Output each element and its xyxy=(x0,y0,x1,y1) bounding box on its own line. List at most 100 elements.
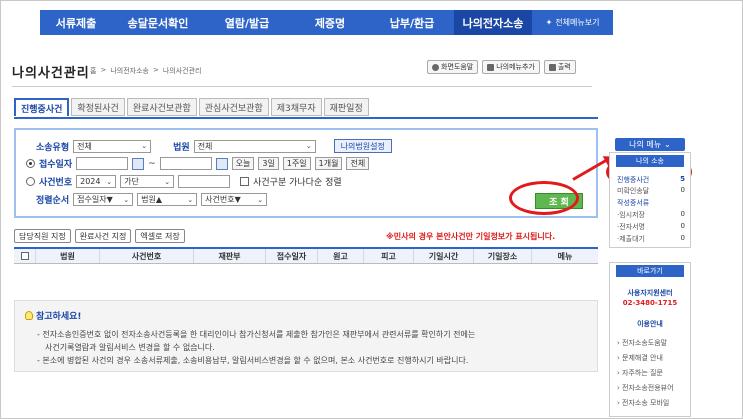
nav-item-submit-docs[interactable]: 서류제출 xyxy=(40,10,112,35)
calendar-icon[interactable] xyxy=(132,157,145,170)
sidebar-item-label: 미확인송달 xyxy=(617,187,650,195)
nav-item-view-issue[interactable]: 열람/발급 xyxy=(204,10,290,35)
date-radio[interactable] xyxy=(26,159,35,168)
add-my-menu-button[interactable]: 나의메뉴추가 xyxy=(482,60,540,74)
notice-line-1b: 사건기록열람과 알림서비스 변경을 할 수 없습니다. xyxy=(45,343,215,352)
support-center-name: 사용자지원센터 xyxy=(627,289,673,297)
sidebar-item-temp-saved[interactable]: ·임시저장 0 xyxy=(617,210,685,220)
shortcut-head: 바로가기 xyxy=(616,265,684,277)
col-court[interactable]: 법원 xyxy=(36,249,100,263)
one-month-button[interactable]: 1개월 xyxy=(314,157,343,170)
one-week-button[interactable]: 1주일 xyxy=(282,157,311,170)
breadcrumb-current: 나의사건관리 xyxy=(162,67,202,75)
col-menu: 메뉴 xyxy=(557,251,573,261)
my-menu-button[interactable]: 나의 메뉴 ⌄ xyxy=(615,138,685,151)
tab-trial-schedule[interactable]: 재판일정 xyxy=(323,98,369,116)
date-from-input[interactable] xyxy=(76,157,129,170)
full-menu-button[interactable]: ✦ 전체메뉴보기 xyxy=(532,10,613,35)
link-troubleshoot[interactable]: › 문제해결 안내 xyxy=(617,353,689,363)
sort-order-select-1[interactable]: 접수일자▼ ⌄ xyxy=(73,193,134,206)
link-viewer[interactable]: › 전자소송전용뷰어 xyxy=(617,383,689,393)
breadcrumb-home[interactable]: 홈 xyxy=(90,66,96,76)
row-date: 접수일자 ~ 오늘 3일 1주일 1개월 전체 xyxy=(26,157,370,170)
case-number-label: 사건번호 xyxy=(39,178,73,188)
sort-check[interactable] xyxy=(240,177,250,186)
year-select[interactable]: 2024 ⌄ xyxy=(76,175,117,188)
page-title: 나의사건관리 xyxy=(12,66,90,81)
today-button[interactable]: 오늘 xyxy=(231,157,255,170)
select-all-checkbox[interactable] xyxy=(20,252,29,260)
col-hearing-time[interactable]: 기일시간 xyxy=(414,249,474,263)
mark-complete-button[interactable]: 완료사건 지정 xyxy=(74,229,132,243)
col-hearing-place[interactable]: 기일장소 xyxy=(474,249,532,263)
sort-order-select-3[interactable]: 사건번호▼ ⌄ xyxy=(201,193,268,206)
case-type-select[interactable]: 전체 ⌄ xyxy=(73,139,152,153)
three-days-button[interactable]: 3일 xyxy=(258,157,279,170)
case-number-input[interactable] xyxy=(178,175,231,188)
case-table-header: 법원 사건번호 재판부 접수일자 원고 피고 기일시간 기일장소 메뉴 xyxy=(14,247,598,264)
case-tabs: 진행중사건 확정된사건 완료사건보관함 관심사건보관함 제3채무자 재판일정 xyxy=(14,98,369,116)
all-period-button[interactable]: 전체 xyxy=(346,157,370,170)
breadcrumb-my-ecourt[interactable]: 나의전자소송 xyxy=(110,66,149,76)
nav-item-my-ecourt[interactable]: 나의전자소송 xyxy=(454,10,532,35)
nav-item-delivery-check[interactable]: 송달문서확인 xyxy=(112,10,204,35)
sort-order-value-2: 법원▲ xyxy=(141,195,162,204)
print-label: 출력 xyxy=(557,63,571,71)
chevron-down-icon: ⌄ xyxy=(257,195,264,204)
col-defendant[interactable]: 피고 xyxy=(364,249,414,263)
sidebar-item-count: 0 xyxy=(680,222,685,230)
court-select[interactable]: 전체 ⌄ xyxy=(193,139,316,153)
top-nav: 서류제출 송달문서확인 열람/발급 제증명 납부/환급 나의전자소송 ✦ 전체메… xyxy=(40,10,613,35)
help-button[interactable]: 화면도움말 xyxy=(427,60,479,74)
sidebar-item-label: ·임시저장 xyxy=(617,211,645,219)
excel-save-button[interactable]: 엑셀로 저장 xyxy=(135,229,185,243)
print-button[interactable]: 출력 xyxy=(543,60,576,74)
tab-confirmed[interactable]: 확정된사건 xyxy=(71,98,125,116)
plus-icon: ✦ xyxy=(545,18,553,27)
link-faq[interactable]: › 자주하는 질문 xyxy=(617,368,689,378)
sidebar-item-e-signed[interactable]: ·전자서명 0 xyxy=(617,222,685,232)
tab-completed-archive[interactable]: 완료사건보관함 xyxy=(126,98,197,116)
breadcrumb: 홈 > 나의전자소송 > 나의사건관리 xyxy=(90,66,201,76)
calendar-icon[interactable] xyxy=(215,157,228,170)
col-date[interactable]: 접수일자 xyxy=(266,249,318,263)
nav-item-payment[interactable]: 납부/환급 xyxy=(370,10,454,35)
notice-text: ※민사의 경우 본안사건만 기일정보가 표시됩니다. xyxy=(386,232,556,241)
date-to-input[interactable] xyxy=(159,157,212,170)
my-lawsuit-head: 나의 소송 xyxy=(616,155,684,167)
sidebar-item-drafts[interactable]: 작성중서류 xyxy=(617,198,685,208)
assign-staff-button[interactable]: 담당직원 지정 xyxy=(14,229,71,243)
sidebar-item-pending-submit[interactable]: ·제출대기 0 xyxy=(617,234,685,244)
chevron-down-icon: ⌄ xyxy=(664,140,671,149)
support-center-phone: 02-3480-1715 xyxy=(622,299,678,307)
col-plaintiff[interactable]: 원고 xyxy=(318,249,364,263)
sort-order-value-3: 사건번호▼ xyxy=(205,195,241,204)
chevron-down-icon: ⌄ xyxy=(141,142,148,150)
sidebar-item-count: 0 xyxy=(680,186,685,194)
case-gubun-select[interactable]: 가단 ⌄ xyxy=(120,175,175,188)
chevron-down-icon: ⌄ xyxy=(305,142,312,150)
sort-order-value-1: 접수일자▼ xyxy=(77,195,113,204)
case-number-radio[interactable] xyxy=(26,177,35,186)
tab-third-debtor[interactable]: 제3채무자 xyxy=(270,98,322,116)
tab-underline xyxy=(14,117,598,119)
tab-ongoing[interactable]: 진행중사건 xyxy=(14,98,70,116)
link-help[interactable]: › 전자소송도움말 xyxy=(617,338,689,348)
sidebar-item-ongoing[interactable]: 진행중사건 5 xyxy=(617,175,685,185)
lightbulb-icon xyxy=(25,311,33,320)
case-gubun-value: 가단 xyxy=(124,177,139,186)
nav-item-certificate[interactable]: 제증명 xyxy=(290,10,370,35)
full-menu-label: 전체메뉴보기 xyxy=(555,18,600,27)
col-case-number[interactable]: 사건번호 xyxy=(100,249,194,263)
sort-order-select-2[interactable]: 법원▲ ⌄ xyxy=(137,193,198,206)
chevron-down-icon: ⌄ xyxy=(187,195,194,204)
sidebar-item-unconfirmed[interactable]: 미확인송달 0 xyxy=(617,186,685,196)
link-mobile[interactable]: › 전자소송 모바일 xyxy=(617,398,689,408)
info-icon xyxy=(432,63,439,71)
my-court-setting-button[interactable]: 나의법원설정 xyxy=(333,139,392,153)
date-separator: ~ xyxy=(148,158,156,169)
col-division[interactable]: 재판부 xyxy=(194,249,266,263)
help-label: 화면도움말 xyxy=(441,63,474,71)
tab-interest-archive[interactable]: 관심사건보관함 xyxy=(198,98,269,116)
row-case-type: 소송유형 전체 ⌄ 법원 전체 ⌄ 나의법원설정 xyxy=(36,139,392,153)
